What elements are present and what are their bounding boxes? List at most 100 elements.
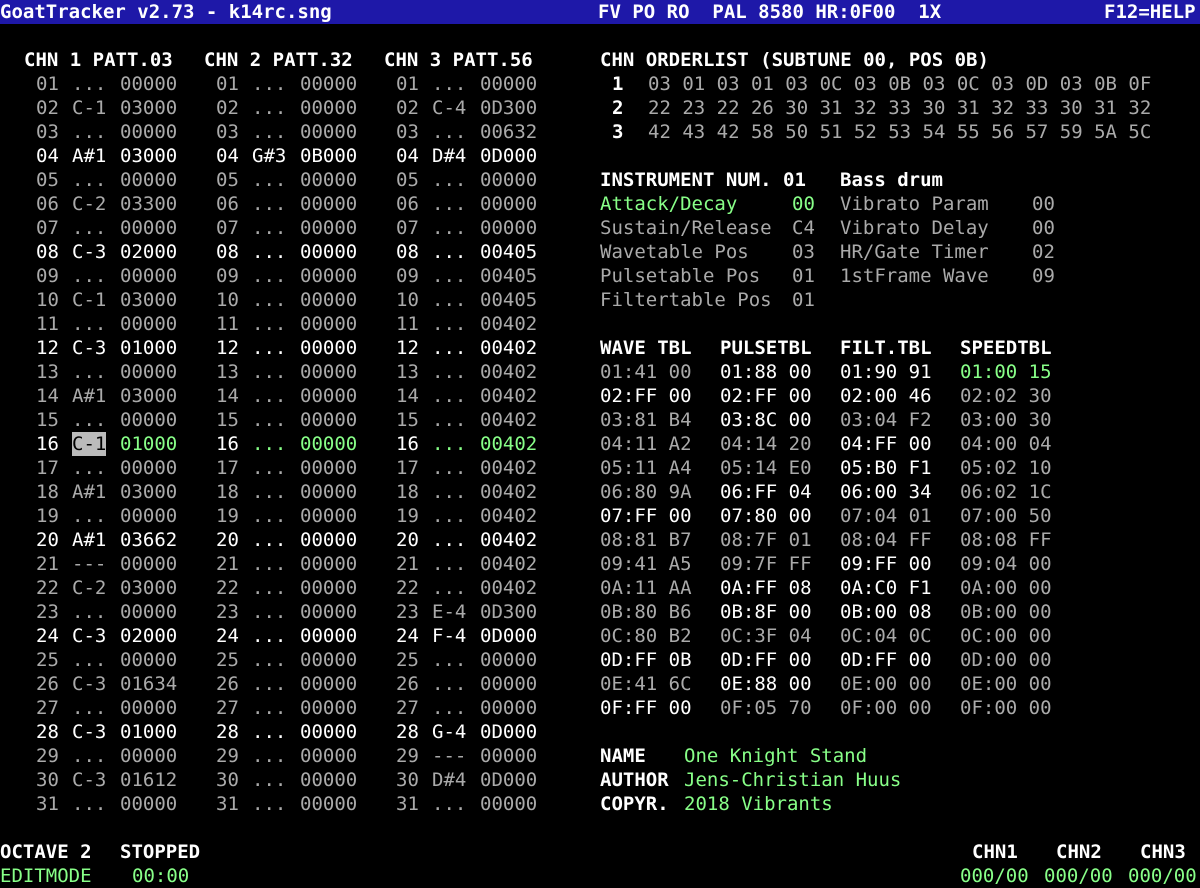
pattern-command[interactable]: 00402 [480, 480, 537, 504]
pattern-command[interactable]: 00000 [120, 408, 177, 432]
pattern-command[interactable]: 01000 [120, 720, 177, 744]
table-entry[interactable]: 07:80 00 [720, 504, 812, 528]
pattern-note[interactable]: C-4 [432, 96, 466, 120]
pattern-command[interactable]: 00000 [120, 696, 177, 720]
pattern-command[interactable]: 00000 [300, 288, 357, 312]
pattern-note[interactable]: C-3 [72, 720, 106, 744]
pattern-note[interactable]: ... [252, 72, 286, 96]
pattern-command[interactable]: 00000 [300, 504, 357, 528]
table-entry[interactable]: 01:41 00 [600, 360, 692, 384]
table-entry[interactable]: 07:04 01 [840, 504, 932, 528]
pattern-note[interactable]: ... [252, 648, 286, 672]
pattern-note[interactable]: ... [72, 360, 106, 384]
pattern-note[interactable]: ... [72, 744, 106, 768]
pattern-command[interactable]: 00000 [300, 192, 357, 216]
pattern-note[interactable]: ... [252, 192, 286, 216]
pattern-note[interactable]: ... [252, 552, 286, 576]
pattern-note[interactable]: ... [432, 384, 466, 408]
name-value[interactable]: One Knight Stand [684, 744, 867, 768]
pattern-note[interactable]: ... [252, 672, 286, 696]
table-entry[interactable]: 0E:41 6C [600, 672, 692, 696]
pattern-note[interactable]: ... [252, 336, 286, 360]
pattern-note[interactable]: ... [252, 456, 286, 480]
pattern-command[interactable]: 00000 [480, 648, 537, 672]
table-entry[interactable]: 0B:00 00 [960, 600, 1052, 624]
pattern-note[interactable]: ... [252, 96, 286, 120]
pattern-note[interactable]: ... [432, 240, 466, 264]
pattern-note[interactable]: ... [72, 312, 106, 336]
table-entry[interactable]: 06:FF 04 [720, 480, 812, 504]
pattern-note[interactable]: ... [432, 480, 466, 504]
pattern-note[interactable]: ... [432, 360, 466, 384]
table-entry[interactable]: 0D:FF 00 [840, 648, 932, 672]
pattern-command[interactable]: 00402 [480, 576, 537, 600]
pattern-command[interactable]: 00000 [480, 72, 537, 96]
pattern-command[interactable]: 03300 [120, 192, 177, 216]
help-hint[interactable]: F12=HELP [1104, 0, 1196, 24]
orderlist-entries[interactable]: 42 43 42 58 50 51 52 53 54 55 56 57 59 5… [648, 120, 1151, 144]
pattern-command[interactable]: 00000 [120, 744, 177, 768]
table-entry[interactable]: 04:14 20 [720, 432, 812, 456]
instrument-param-value[interactable]: 02 [1032, 240, 1055, 264]
pattern-command[interactable]: 0D300 [480, 96, 537, 120]
pattern-command[interactable]: 00000 [300, 696, 357, 720]
table-entry[interactable]: 05:B0 F1 [840, 456, 932, 480]
pattern-command[interactable]: 00402 [480, 432, 537, 456]
pattern-note[interactable]: ... [252, 360, 286, 384]
pattern-command[interactable]: 00000 [300, 336, 357, 360]
pattern-note[interactable]: ... [72, 792, 106, 816]
pattern-command[interactable]: 00000 [300, 408, 357, 432]
pattern-note[interactable]: ... [252, 600, 286, 624]
pattern-command[interactable]: 00000 [300, 792, 357, 816]
pattern-command[interactable]: 00000 [300, 576, 357, 600]
pattern-command[interactable]: 00000 [480, 216, 537, 240]
pattern-command[interactable]: 00000 [300, 648, 357, 672]
pattern-command[interactable]: 01634 [120, 672, 177, 696]
table-entry[interactable]: 08:08 FF [960, 528, 1052, 552]
pattern-command[interactable]: 00000 [120, 360, 177, 384]
instrument-param-value[interactable]: 01 [792, 288, 815, 312]
table-entry[interactable]: 08:7F 01 [720, 528, 812, 552]
table-entry[interactable]: 05:14 E0 [720, 456, 812, 480]
pattern-note[interactable]: ... [432, 192, 466, 216]
pattern-command[interactable]: 00000 [300, 528, 357, 552]
pattern-command[interactable]: 01000 [120, 336, 177, 360]
table-entry[interactable]: 0B:00 08 [840, 600, 932, 624]
pattern-command[interactable]: 00402 [480, 528, 537, 552]
pattern-note[interactable]: A#1 [72, 480, 106, 504]
pattern-note[interactable]: ... [252, 240, 286, 264]
pattern-note[interactable]: C-3 [72, 768, 106, 792]
pattern-command[interactable]: 03000 [120, 144, 177, 168]
pattern-command[interactable]: 03000 [120, 96, 177, 120]
table-entry[interactable]: 07:FF 00 [600, 504, 692, 528]
pattern-command[interactable]: 00000 [300, 624, 357, 648]
pattern-note[interactable]: ... [432, 504, 466, 528]
pattern-command[interactable]: 00000 [480, 744, 537, 768]
copyright-value[interactable]: 2018 Vibrants [684, 792, 833, 816]
table-entry[interactable]: 04:FF 00 [840, 432, 932, 456]
pattern-note[interactable]: ... [72, 600, 106, 624]
pattern-note[interactable]: ... [72, 120, 106, 144]
pattern-command[interactable]: 00000 [300, 120, 357, 144]
pattern-command[interactable]: 00000 [120, 504, 177, 528]
pattern-command[interactable]: 00000 [300, 552, 357, 576]
pattern-note[interactable]: ... [252, 504, 286, 528]
pattern-command[interactable]: 00402 [480, 504, 537, 528]
pattern-command[interactable]: 0D000 [480, 768, 537, 792]
pattern-note[interactable]: ... [432, 552, 466, 576]
pattern-command[interactable]: 00000 [300, 312, 357, 336]
table-entry[interactable]: 0D:FF 00 [720, 648, 812, 672]
pattern-command[interactable]: 0D000 [480, 144, 537, 168]
pattern-command[interactable]: 00402 [480, 312, 537, 336]
pattern-note[interactable]: ... [72, 504, 106, 528]
pattern-note[interactable]: ... [252, 312, 286, 336]
pattern-command[interactable]: 00000 [480, 168, 537, 192]
pattern-command[interactable]: 00000 [120, 312, 177, 336]
table-entry[interactable]: 0C:3F 04 [720, 624, 812, 648]
pattern-command[interactable]: 00000 [300, 432, 357, 456]
pattern-note[interactable]: ... [252, 432, 286, 456]
pattern-note[interactable]: ... [252, 288, 286, 312]
pattern-note[interactable]: A#1 [72, 528, 106, 552]
pattern-command[interactable]: 00000 [120, 456, 177, 480]
pattern-note[interactable]: C-3 [72, 240, 106, 264]
